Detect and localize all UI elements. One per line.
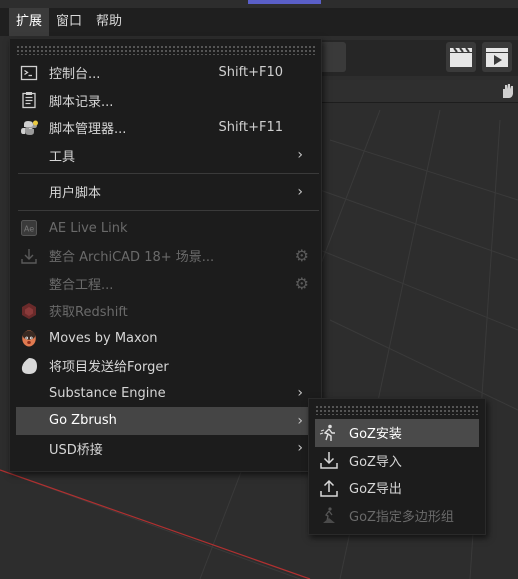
submenu-item-label: GoZ安装 xyxy=(349,427,402,443)
import-icon xyxy=(319,450,339,470)
menu-tear-off-handle[interactable] xyxy=(16,45,315,55)
menu-item-go-zbrush[interactable]: Go Zbrush › xyxy=(16,407,315,435)
goz-install-icon xyxy=(319,423,339,443)
goz-polygroup-icon xyxy=(319,505,339,525)
python-icon xyxy=(20,119,38,137)
menubar-help[interactable]: 帮助 xyxy=(89,8,129,36)
menu-item-script-manager[interactable]: 脚本管理器... Shift+F11 xyxy=(10,114,321,142)
submenu-item-label: GoZ导入 xyxy=(349,454,402,470)
submenu-item-goz-install[interactable]: GoZ安装 xyxy=(315,419,479,447)
go-zbrush-submenu: GoZ安装 GoZ导入 GoZ导出 GoZ指定多边形组 xyxy=(308,398,486,535)
submenu-item-label: GoZ导出 xyxy=(349,482,402,498)
moves-face-icon xyxy=(20,329,38,347)
active-tab-indicator xyxy=(248,0,321,4)
menu-item-label: 控制台... xyxy=(49,67,101,83)
clapperboard-play-icon xyxy=(486,48,508,67)
chevron-right-icon: › xyxy=(297,385,303,402)
menu-separator xyxy=(18,173,319,174)
menu-item-label: 工具 xyxy=(49,149,76,165)
extensions-dropdown-menu: 控制台... Shift+F10 脚本记录... 脚本管理器... Shift+… xyxy=(9,38,322,472)
menubar-window[interactable]: 窗口 xyxy=(49,8,89,36)
menu-item-label: AE Live Link xyxy=(49,220,128,236)
redshift-icon xyxy=(20,302,38,320)
menu-item-label: USD桥接 xyxy=(49,442,103,458)
submenu-item-goz-import[interactable]: GoZ导入 xyxy=(309,447,485,475)
gear-icon: ⚙ xyxy=(294,273,309,293)
menu-item-ae-live-link: Ae AE Live Link xyxy=(10,215,321,243)
script-log-icon xyxy=(20,91,38,109)
menu-item-script-log[interactable]: 脚本记录... xyxy=(10,87,321,115)
menu-item-send-to-forger[interactable]: 将项目发送给Forger xyxy=(10,352,321,380)
chevron-right-icon: › xyxy=(297,147,303,164)
menu-item-label: Go Zbrush xyxy=(49,413,117,429)
menubar-extensions[interactable]: 扩展 xyxy=(9,8,50,36)
console-icon xyxy=(20,64,38,82)
menu-item-label: Substance Engine xyxy=(49,385,166,401)
render-play-button[interactable] xyxy=(482,42,512,72)
submenu-item-goz-polygroup: GoZ指定多边形组 xyxy=(309,502,485,530)
forger-icon xyxy=(20,357,38,375)
menu-item-label: 整合工程... xyxy=(49,277,114,293)
menu-item-user-scripts[interactable]: 用户脚本 › xyxy=(10,178,321,206)
menu-item-label: 将项目发送给Forger xyxy=(49,360,169,376)
menu-item-moves-by-maxon[interactable]: Moves by Maxon xyxy=(10,325,321,353)
menu-item-label: Moves by Maxon xyxy=(49,330,158,346)
shortcut-label: Shift+F11 xyxy=(218,120,283,136)
submenu-item-goz-export[interactable]: GoZ导出 xyxy=(309,474,485,502)
svg-text:Ae: Ae xyxy=(24,225,34,234)
menu-item-label: 用户脚本 xyxy=(49,186,102,202)
chevron-right-icon: › xyxy=(297,412,303,429)
gear-icon: ⚙ xyxy=(294,246,309,266)
menu-separator xyxy=(18,209,319,211)
download-icon xyxy=(20,247,38,265)
menu-bar: 扩展 窗口 帮助 xyxy=(0,8,518,36)
viewport-header xyxy=(320,80,518,103)
ae-icon: Ae xyxy=(20,219,38,237)
menu-item-label: 整合 ArchiCAD 18+ 场景... xyxy=(49,250,215,266)
render-clapper-button[interactable] xyxy=(446,42,476,72)
menu-item-usd-bridge[interactable]: USD桥接 › xyxy=(10,435,321,463)
clapperboard-icon xyxy=(450,47,472,67)
export-icon xyxy=(319,478,339,498)
chevron-right-icon: › xyxy=(297,440,303,457)
menu-item-get-redshift: 获取Redshift xyxy=(10,297,321,325)
menu-item-label: 获取Redshift xyxy=(49,305,128,321)
menu-item-substance-engine[interactable]: Substance Engine › xyxy=(10,380,321,408)
chevron-right-icon: › xyxy=(297,183,303,200)
menu-item-merge-project: 整合工程... ⚙ xyxy=(10,270,321,298)
menu-item-merge-archicad: 整合 ArchiCAD 18+ 场景... ⚙ xyxy=(10,242,321,270)
submenu-item-label: GoZ指定多边形组 xyxy=(349,509,454,525)
hand-pan-icon[interactable] xyxy=(498,82,516,100)
shortcut-label: Shift+F10 xyxy=(218,65,283,81)
menu-item-tools[interactable]: 工具 › xyxy=(10,142,321,170)
submenu-tear-off-handle[interactable] xyxy=(315,405,479,415)
menu-item-label: 脚本记录... xyxy=(49,94,114,110)
menu-item-label: 脚本管理器... xyxy=(49,122,127,138)
menu-item-console[interactable]: 控制台... Shift+F10 xyxy=(10,59,321,87)
